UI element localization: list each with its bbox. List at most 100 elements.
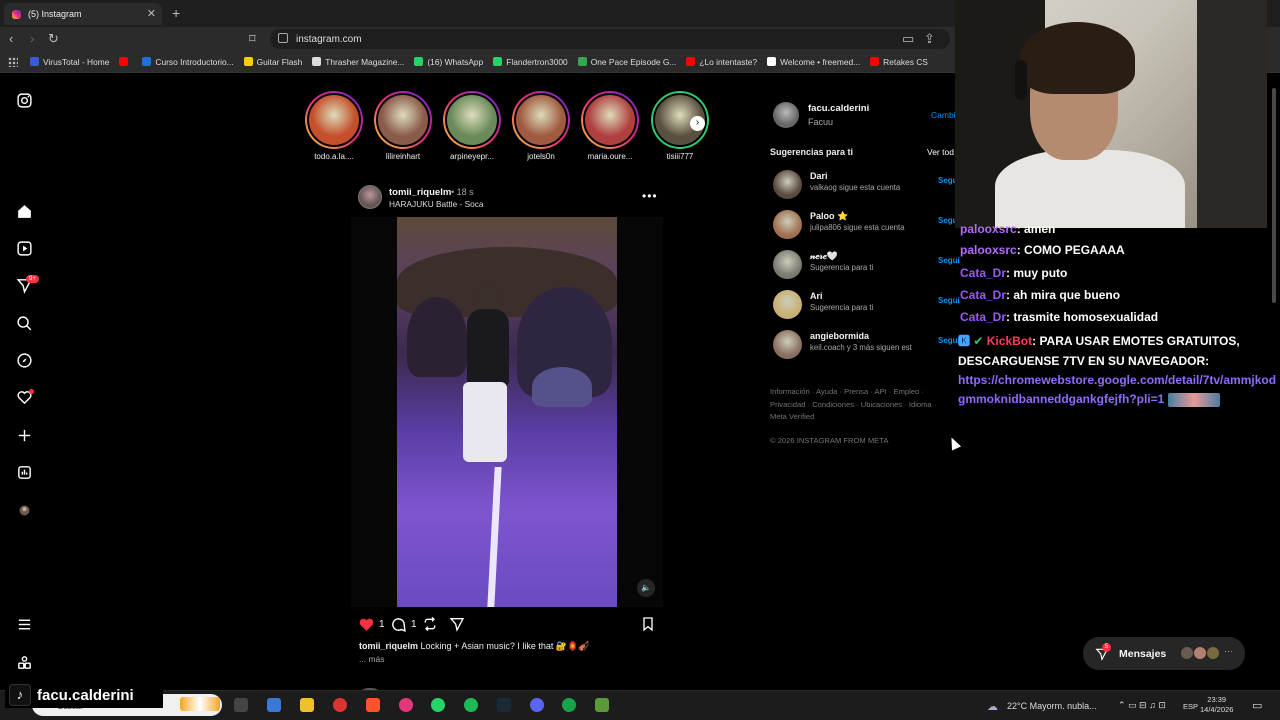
more-dots-icon[interactable]: ··· [1224,646,1233,656]
discord-icon[interactable] [530,698,544,712]
minecraft-icon[interactable] [595,698,609,712]
post-audio-link[interactable]: HARAJUKU Battle - Soca [389,199,484,209]
share-button[interactable] [449,616,465,632]
suggestion-username[interactable]: angiebormida [810,331,869,341]
forward-icon[interactable]: › [30,31,34,46]
bookmark-item[interactable]: Guitar Flash [243,57,302,67]
notifications-icon[interactable]: ▭ [1252,699,1262,712]
suggestion-username[interactable]: Dari [810,171,828,181]
comment-button[interactable]: 1 [390,616,417,633]
bookmark-item[interactable]: Thrasher Magazine... [312,57,404,67]
explore-icon[interactable] [14,350,34,370]
system-tray-icons[interactable]: ⌃ ▭ ⊟ ♫ ⊡ [1118,700,1166,711]
more-menu-icon[interactable] [14,614,34,634]
opera-gx-icon[interactable] [333,698,347,712]
instagram-favicon-icon [12,9,21,19]
suggestion-avatar[interactable] [773,210,802,239]
also-from-meta-icon[interactable] [14,652,34,672]
reload-icon[interactable]: ↻ [48,31,59,47]
weather-text[interactable]: 22°C Mayorm. nubla... [1007,701,1097,711]
post-video[interactable] [397,217,617,607]
story-item[interactable]: lilireinhart [373,91,433,161]
post-author-avatar[interactable] [358,185,382,209]
spotify-icon[interactable] [464,698,478,712]
whatsapp-icon[interactable] [431,698,445,712]
bookmark-item[interactable]: (16) WhatsApp [414,57,483,67]
floor-tape [487,467,502,607]
suggestion-avatar[interactable] [773,330,802,359]
site-info-icon[interactable] [278,33,288,43]
current-user-avatar[interactable] [773,102,799,128]
mute-toggle-icon[interactable]: 🔈 [637,579,655,597]
create-icon[interactable] [14,425,34,445]
repost-button[interactable] [422,616,438,632]
post-username[interactable]: tomii_riquelm [389,187,451,198]
bookmark-item[interactable] [119,57,132,66]
suggestion-row[interactable]: 𝓃𝑒𝓇𝑒🤍 Sugerencia para ti Segui [773,250,963,280]
app-icon[interactable] [562,698,576,712]
close-tab-icon[interactable]: ✕ [147,7,156,20]
url-field[interactable]: instagram.com [270,29,950,49]
story-ring [443,91,501,149]
suggestion-row[interactable]: angiebormida keil.coach y 3 más siguen es… [773,330,963,360]
file-explorer-icon[interactable] [300,698,314,712]
suggestion-avatar[interactable] [773,290,802,319]
bookmark-favicon-icon [312,57,322,66]
suggestion-avatar[interactable] [773,250,802,279]
instagram-logo-icon[interactable] [14,90,34,110]
footer-links[interactable]: Información · Ayuda · Prensa · API · Emp… [770,386,945,424]
brave-browser-icon[interactable] [366,698,380,712]
steam-icon[interactable] [497,698,511,712]
back-icon[interactable]: ‹ [9,31,13,46]
bookmark-item[interactable]: Flandertron3000 [493,57,568,67]
story-item[interactable]: arpineyepr... [442,91,502,161]
bookmark-item[interactable]: Welcome • freemed... [767,57,860,67]
task-view-icon[interactable] [234,698,248,712]
post-options-icon[interactable]: ••• [642,189,658,203]
save-button[interactable] [640,616,656,632]
reels-icon[interactable] [14,238,34,258]
browser-tab[interactable]: (5) Instagram ✕ [4,3,162,25]
suggestion-row[interactable]: Ari Sugerencia para ti Segui [773,290,963,320]
taskbar-clock[interactable]: 23:39 14/4/2026 [1200,695,1233,715]
input-language[interactable]: ESP [1183,702,1198,711]
app-icon[interactable] [399,698,413,712]
dashboard-icon[interactable] [14,462,34,482]
suggestion-username[interactable]: 𝓃𝑒𝓇𝑒🤍 [810,251,838,262]
like-button[interactable]: 1 [358,616,385,633]
scrollbar-thumb[interactable] [1272,88,1276,303]
suggestion-row[interactable]: Paloo ⭐ julipa806 sigue esta cuenta Segui [773,210,963,240]
new-tab-icon[interactable]: + [172,5,180,21]
see-all-link[interactable]: Ver tod [927,147,954,157]
apps-grid-icon[interactable] [8,57,18,67]
story-item[interactable]: maria.oure... [580,91,640,161]
story-item[interactable]: todo.a.la.... [304,91,364,161]
home-icon[interactable] [14,201,34,221]
suggestion-row[interactable]: Dari valkaog sigue esta cuenta Segui [773,170,963,200]
story-item[interactable]: jotels0n [511,91,571,161]
chat-link[interactable]: gmmoknidbanneddgankgfejfh?pli=1 [958,392,1164,406]
caption-username[interactable]: tomii_riquelm [359,641,418,651]
bookmark-icon[interactable]: ⌑ [249,31,256,47]
profile-avatar-icon[interactable] [14,500,34,520]
bookmark-item[interactable]: Curso Introductorio... [142,57,234,67]
microsoft-store-icon[interactable] [267,698,281,712]
post-media[interactable]: 🔈 [351,217,663,607]
suggestion-username[interactable]: Paloo ⭐ [810,211,848,222]
cast-icon[interactable]: ▭ [902,31,914,47]
bookmark-item[interactable]: One Pace Episode G... [577,57,676,67]
bookmark-item[interactable]: ¿Lo intentaste? [686,57,757,67]
suggestion-avatar[interactable] [773,170,802,199]
share-icon[interactable]: ⇪ [924,31,935,47]
bookmark-item[interactable]: VirusTotal - Home [30,57,109,67]
chat-link[interactable]: https://chromewebstore.google.com/detail… [958,373,1276,387]
bookmark-label: ¿Lo intentaste? [699,56,758,67]
caption-more-link[interactable]: ... más [359,654,385,664]
bookmark-item[interactable]: Retakes CS [870,57,928,67]
stories-next-icon[interactable]: › [690,116,705,131]
suggestion-username[interactable]: Ari [810,291,823,301]
current-username[interactable]: facu.calderini [808,103,869,114]
search-icon[interactable] [14,313,34,333]
switch-account-link[interactable]: Cambi [931,110,956,120]
messages-button[interactable]: Mensajes [1083,637,1245,670]
